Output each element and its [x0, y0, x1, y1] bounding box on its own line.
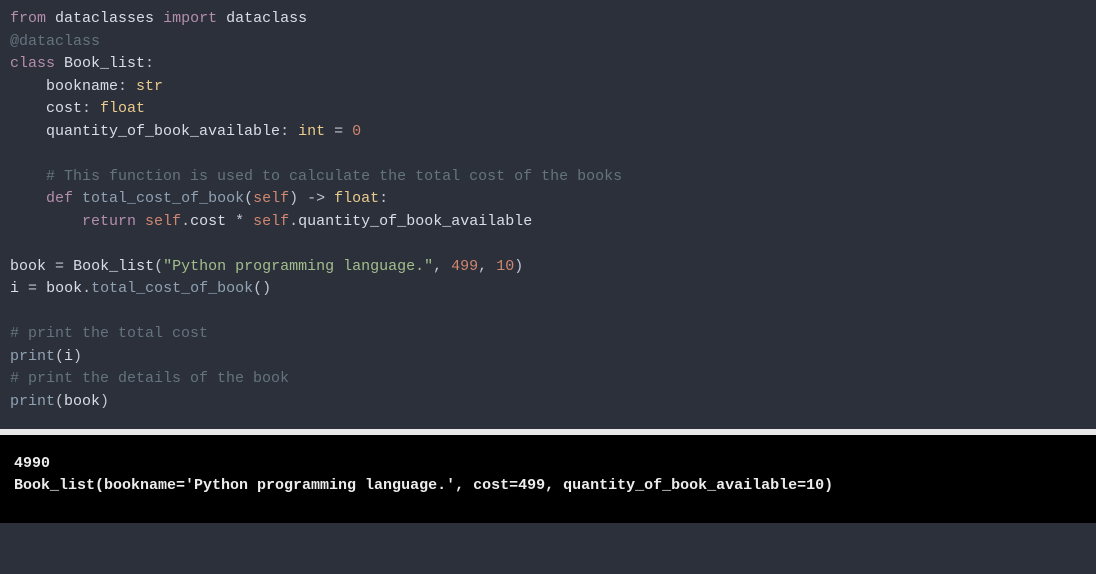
- code-line: print(book): [10, 393, 109, 410]
- code-editor[interactable]: from dataclasses import dataclass @datac…: [0, 0, 1096, 429]
- code-line: class Book_list:: [10, 55, 154, 72]
- attr: cost: [190, 213, 226, 230]
- number-literal: 10: [496, 258, 514, 275]
- code-line: def total_cost_of_book(self) -> float:: [10, 190, 388, 207]
- return-type: float: [334, 190, 379, 207]
- self-ref: self: [253, 213, 289, 230]
- var-name: book: [10, 258, 46, 275]
- equals: =: [28, 280, 37, 297]
- field-name: bookname: [46, 78, 118, 95]
- type-float: float: [100, 100, 145, 117]
- func-name: total_cost_of_book: [82, 190, 244, 207]
- comment: # print the details of the book: [10, 370, 289, 387]
- method-call: total_cost_of_book: [91, 280, 253, 297]
- type-int: int: [298, 123, 325, 140]
- code-line: # print the total cost: [10, 325, 208, 342]
- code-line: i = book.total_cost_of_book(): [10, 280, 271, 297]
- kw-from: from: [10, 10, 46, 27]
- code-line: print(i): [10, 348, 82, 365]
- param-self: self: [253, 190, 289, 207]
- comment: # print the total cost: [10, 325, 208, 342]
- equals: =: [334, 123, 343, 140]
- output-line: 4990: [14, 455, 50, 472]
- arrow: ->: [307, 190, 325, 207]
- builtin-print: print: [10, 348, 55, 365]
- equals: =: [55, 258, 64, 275]
- attr: quantity_of_book_available: [298, 213, 532, 230]
- operator-mult: *: [235, 213, 244, 230]
- code-line: # This function is used to calculate the…: [10, 168, 622, 185]
- code-line: # print the details of the book: [10, 370, 289, 387]
- default-value: 0: [352, 123, 361, 140]
- class-name: Book_list: [64, 55, 145, 72]
- kw-def: def: [46, 190, 73, 207]
- code-line: return self.cost * self.quantity_of_book…: [10, 213, 532, 230]
- output-line: Book_list(bookname='Python programming l…: [14, 477, 833, 494]
- number-literal: 499: [451, 258, 478, 275]
- var-name: i: [10, 280, 19, 297]
- kw-return: return: [82, 213, 136, 230]
- comment: # This function is used to calculate the…: [46, 168, 622, 185]
- kw-class: class: [10, 55, 55, 72]
- code-line: cost: float: [10, 100, 145, 117]
- colon: :: [145, 55, 154, 72]
- kw-import: import: [163, 10, 217, 27]
- builtin-print: print: [10, 393, 55, 410]
- obj-ref: book: [46, 280, 82, 297]
- output-console: 4990 Book_list(bookname='Python programm…: [0, 435, 1096, 523]
- arg: i: [64, 348, 73, 365]
- import-name: dataclass: [226, 10, 307, 27]
- class-ref: Book_list: [73, 258, 154, 275]
- code-line: bookname: str: [10, 78, 163, 95]
- blank-line: [10, 145, 19, 162]
- code-line: book = Book_list("Python programming lan…: [10, 258, 523, 275]
- field-name: cost: [46, 100, 82, 117]
- decorator: @dataclass: [10, 33, 100, 50]
- field-name: quantity_of_book_available: [46, 123, 280, 140]
- module-name: dataclasses: [55, 10, 154, 27]
- blank-line: [10, 235, 19, 252]
- code-line: quantity_of_book_available: int = 0: [10, 123, 361, 140]
- code-line: @dataclass: [10, 33, 100, 50]
- self-ref: self: [145, 213, 181, 230]
- blank-line: [10, 303, 19, 320]
- arg: book: [64, 393, 100, 410]
- type-str: str: [136, 78, 163, 95]
- code-line: from dataclasses import dataclass: [10, 10, 307, 27]
- string-literal: "Python programming language.": [163, 258, 433, 275]
